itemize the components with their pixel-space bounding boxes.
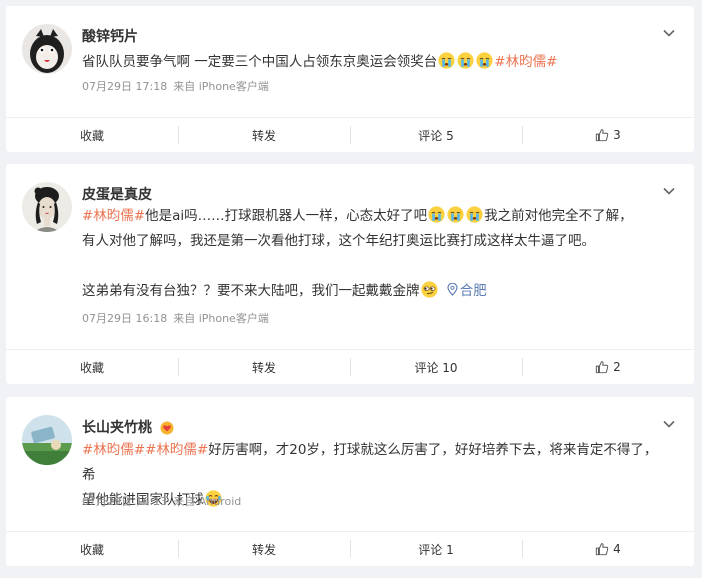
post-card: 皮蛋是真皮 #林昀儒#他是ai吗……打球跟机器人一样，心态太好了吧 我之前对他完全…	[6, 164, 694, 384]
crying-emoji-icon	[438, 52, 455, 69]
post-header: 长山夹竹桃	[82, 417, 654, 438]
post-time[interactable]: 07月29日 16:13	[82, 495, 167, 508]
like-button[interactable]: 2	[522, 350, 694, 384]
collect-button[interactable]: 收藏	[6, 532, 178, 566]
comment-button[interactable]: 评论 1	[350, 532, 522, 566]
location-link[interactable]: 合肥	[443, 282, 487, 299]
post-text: 省队队员要争气啊 一定要三个中国人占领东京奥运会领奖台 #林昀儒#	[82, 52, 558, 70]
post-text-line: 这弟弟有没有台独？？要不来大陆吧，我们一起戴戴金牌 合肥	[82, 281, 487, 299]
thumbs-up-icon	[595, 542, 609, 556]
post-source: 来自 Android	[173, 495, 242, 508]
username[interactable]: 皮蛋是真皮	[82, 185, 152, 205]
post-text-line: 有人对他了解吗，我还是第一次看他打球，这个年纪打奥运比赛打成这样太牛逼了吧。	[82, 233, 595, 249]
post-header: 酸锌钙片	[82, 26, 654, 47]
chevron-down-icon[interactable]	[662, 417, 676, 431]
post-meta: 07月29日 16:18 来自 iPhone客户端	[82, 310, 275, 326]
post-meta: 07月29日 16:13 来自 Android	[82, 493, 247, 509]
crying-emoji-icon	[476, 52, 493, 69]
collect-button[interactable]: 收藏	[6, 118, 178, 152]
post-source: 来自 iPhone客户端	[173, 312, 269, 325]
username[interactable]: 长山夹竹桃	[82, 418, 152, 438]
post-time[interactable]: 07月29日 17:18	[82, 80, 167, 93]
smirk-emoji-icon	[421, 281, 438, 298]
username[interactable]: 酸锌钙片	[82, 27, 138, 47]
post-card: 酸锌钙片 省队队员要争气啊 一定要三个中国人占领东京奥运会领奖台 #林昀儒# 07…	[6, 6, 694, 152]
repost-button[interactable]: 转发	[178, 350, 350, 384]
action-bar: 收藏 转发 评论 1 4	[6, 531, 694, 566]
chevron-down-icon[interactable]	[662, 184, 676, 198]
location-pin-icon	[447, 282, 458, 296]
crying-emoji-icon	[447, 206, 464, 223]
repost-button[interactable]: 转发	[178, 118, 350, 152]
thumbs-up-icon	[595, 128, 609, 142]
comment-button[interactable]: 评论 5	[350, 118, 522, 152]
post-text-line: #林昀儒##林昀儒#好厉害啊，才20岁，打球就这么厉害了，好好培养下去，将来肯定…	[82, 442, 658, 483]
post-source: 来自 iPhone客户端	[173, 80, 269, 93]
crying-emoji-icon	[466, 206, 483, 223]
crying-emoji-icon	[457, 52, 474, 69]
hashtag-link[interactable]: #林昀儒#	[494, 54, 557, 70]
post-card: 长山夹竹桃 #林昀儒##林昀儒#好厉害啊，才20岁，打球就这么厉害了，好好培养下…	[6, 397, 694, 566]
avatar[interactable]	[22, 415, 72, 465]
collect-button[interactable]: 收藏	[6, 350, 178, 384]
post-header: 皮蛋是真皮	[82, 184, 654, 205]
post-time[interactable]: 07月29日 16:18	[82, 312, 167, 325]
action-bar: 收藏 转发 评论 5 3	[6, 117, 694, 152]
post-text: #林昀儒#他是ai吗……打球跟机器人一样，心态太好了吧 我之前对他完全不了解， 有…	[82, 204, 664, 304]
crying-emoji-icon	[428, 206, 445, 223]
hashtag-link[interactable]: #林昀儒#	[82, 208, 145, 224]
comment-button[interactable]: 评论 10	[350, 350, 522, 384]
post-meta: 07月29日 17:18 来自 iPhone客户端	[82, 78, 275, 94]
thumbs-up-icon	[595, 360, 609, 374]
repost-button[interactable]: 转发	[178, 532, 350, 566]
action-bar: 收藏 转发 评论 10 2	[6, 349, 694, 384]
chevron-down-icon[interactable]	[662, 26, 676, 40]
like-button[interactable]: 3	[522, 118, 694, 152]
post-text-line: #林昀儒#他是ai吗……打球跟机器人一样，心态太好了吧 我之前对他完全不了解，	[82, 206, 633, 224]
like-button[interactable]: 4	[522, 532, 694, 566]
hashtag-link[interactable]: #林昀儒#	[145, 442, 208, 458]
avatar[interactable]	[22, 182, 72, 232]
post-text-spacer	[82, 254, 664, 279]
hashtag-link[interactable]: #林昀儒#	[82, 442, 145, 458]
avatar[interactable]	[22, 24, 72, 74]
vip-heart-badge-icon	[160, 421, 174, 434]
